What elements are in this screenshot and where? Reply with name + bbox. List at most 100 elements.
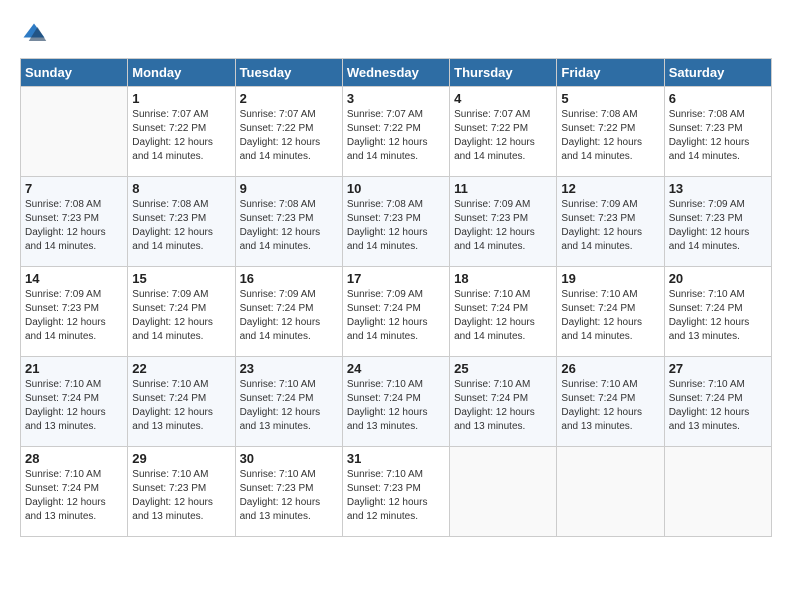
- day-detail: Sunrise: 7:09 AMSunset: 7:23 PMDaylight:…: [25, 288, 123, 344]
- logo-icon: [20, 20, 48, 48]
- day-number: 6: [669, 91, 767, 106]
- day-detail: Sunrise: 7:10 AMSunset: 7:24 PMDaylight:…: [240, 378, 338, 434]
- header-cell-wednesday: Wednesday: [342, 59, 449, 87]
- day-number: 12: [561, 181, 659, 196]
- day-cell: 5 Sunrise: 7:08 AMSunset: 7:22 PMDaylight…: [557, 87, 664, 177]
- day-detail: Sunrise: 7:10 AMSunset: 7:24 PMDaylight:…: [561, 288, 659, 344]
- day-cell: 6 Sunrise: 7:08 AMSunset: 7:23 PMDaylight…: [664, 87, 771, 177]
- day-cell: 10 Sunrise: 7:08 AMSunset: 7:23 PMDayligh…: [342, 177, 449, 267]
- day-detail: Sunrise: 7:09 AMSunset: 7:23 PMDaylight:…: [561, 198, 659, 254]
- day-detail: Sunrise: 7:09 AMSunset: 7:23 PMDaylight:…: [454, 198, 552, 254]
- header-cell-tuesday: Tuesday: [235, 59, 342, 87]
- day-cell: 31 Sunrise: 7:10 AMSunset: 7:23 PMDayligh…: [342, 447, 449, 537]
- day-cell: 22 Sunrise: 7:10 AMSunset: 7:24 PMDayligh…: [128, 357, 235, 447]
- day-number: 14: [25, 271, 123, 286]
- day-cell: 19 Sunrise: 7:10 AMSunset: 7:24 PMDayligh…: [557, 267, 664, 357]
- day-cell: 13Sunrise: 7:09 AMSunset: 7:23 PMDayligh…: [664, 177, 771, 267]
- day-cell: 7 Sunrise: 7:08 AMSunset: 7:23 PMDaylight…: [21, 177, 128, 267]
- day-detail: Sunrise: 7:10 AMSunset: 7:24 PMDaylight:…: [25, 378, 123, 434]
- day-cell: 26Sunrise: 7:10 AMSunset: 7:24 PMDayligh…: [557, 357, 664, 447]
- day-number: 24: [347, 361, 445, 376]
- day-number: 7: [25, 181, 123, 196]
- header-cell-friday: Friday: [557, 59, 664, 87]
- logo: [20, 20, 52, 48]
- header-cell-monday: Monday: [128, 59, 235, 87]
- day-cell: [557, 447, 664, 537]
- day-number: 15: [132, 271, 230, 286]
- day-number: 2: [240, 91, 338, 106]
- day-cell: 20Sunrise: 7:10 AMSunset: 7:24 PMDayligh…: [664, 267, 771, 357]
- day-cell: [450, 447, 557, 537]
- day-detail: Sunrise: 7:10 AMSunset: 7:24 PMDaylight:…: [669, 378, 767, 434]
- day-cell: 15 Sunrise: 7:09 AMSunset: 7:24 PMDayligh…: [128, 267, 235, 357]
- day-detail: Sunrise: 7:10 AMSunset: 7:24 PMDaylight:…: [454, 378, 552, 434]
- day-number: 22: [132, 361, 230, 376]
- day-detail: Sunrise: 7:09 AMSunset: 7:24 PMDaylight:…: [240, 288, 338, 344]
- day-number: 1: [132, 91, 230, 106]
- day-number: 16: [240, 271, 338, 286]
- day-cell: 14 Sunrise: 7:09 AMSunset: 7:23 PMDayligh…: [21, 267, 128, 357]
- day-cell: 30Sunrise: 7:10 AMSunset: 7:23 PMDayligh…: [235, 447, 342, 537]
- day-detail: Sunrise: 7:08 AMSunset: 7:23 PMDaylight:…: [347, 198, 445, 254]
- day-detail: Sunrise: 7:10 AMSunset: 7:24 PMDaylight:…: [25, 468, 123, 524]
- day-detail: Sunrise: 7:10 AMSunset: 7:23 PMDaylight:…: [132, 468, 230, 524]
- week-row-3: 14 Sunrise: 7:09 AMSunset: 7:23 PMDayligh…: [21, 267, 772, 357]
- day-detail: Sunrise: 7:09 AMSunset: 7:24 PMDaylight:…: [347, 288, 445, 344]
- day-number: 19: [561, 271, 659, 286]
- day-detail: Sunrise: 7:08 AMSunset: 7:23 PMDaylight:…: [240, 198, 338, 254]
- day-cell: 3 Sunrise: 7:07 AMSunset: 7:22 PMDaylight…: [342, 87, 449, 177]
- header-cell-thursday: Thursday: [450, 59, 557, 87]
- week-row-4: 21 Sunrise: 7:10 AMSunset: 7:24 PMDayligh…: [21, 357, 772, 447]
- day-cell: 23 Sunrise: 7:10 AMSunset: 7:24 PMDayligh…: [235, 357, 342, 447]
- day-detail: Sunrise: 7:08 AMSunset: 7:23 PMDaylight:…: [132, 198, 230, 254]
- week-row-2: 7 Sunrise: 7:08 AMSunset: 7:23 PMDaylight…: [21, 177, 772, 267]
- day-detail: Sunrise: 7:08 AMSunset: 7:23 PMDaylight:…: [669, 108, 767, 164]
- day-detail: Sunrise: 7:08 AMSunset: 7:22 PMDaylight:…: [561, 108, 659, 164]
- day-detail: Sunrise: 7:07 AMSunset: 7:22 PMDaylight:…: [240, 108, 338, 164]
- day-cell: 18 Sunrise: 7:10 AMSunset: 7:24 PMDayligh…: [450, 267, 557, 357]
- day-number: 25: [454, 361, 552, 376]
- day-number: 5: [561, 91, 659, 106]
- calendar-table: SundayMondayTuesdayWednesdayThursdayFrid…: [20, 58, 772, 537]
- day-detail: Sunrise: 7:09 AMSunset: 7:24 PMDaylight:…: [132, 288, 230, 344]
- day-detail: Sunrise: 7:07 AMSunset: 7:22 PMDaylight:…: [347, 108, 445, 164]
- week-row-1: 1 Sunrise: 7:07 AMSunset: 7:22 PMDaylight…: [21, 87, 772, 177]
- day-detail: Sunrise: 7:10 AMSunset: 7:23 PMDaylight:…: [347, 468, 445, 524]
- day-detail: Sunrise: 7:07 AMSunset: 7:22 PMDaylight:…: [454, 108, 552, 164]
- day-cell: 25 Sunrise: 7:10 AMSunset: 7:24 PMDayligh…: [450, 357, 557, 447]
- day-number: 26: [561, 361, 659, 376]
- day-cell: [21, 87, 128, 177]
- page-header: [20, 20, 772, 48]
- day-cell: 2 Sunrise: 7:07 AMSunset: 7:22 PMDaylight…: [235, 87, 342, 177]
- day-number: 29: [132, 451, 230, 466]
- day-cell: 28 Sunrise: 7:10 AMSunset: 7:24 PMDayligh…: [21, 447, 128, 537]
- day-number: 31: [347, 451, 445, 466]
- day-number: 18: [454, 271, 552, 286]
- day-cell: 16 Sunrise: 7:09 AMSunset: 7:24 PMDayligh…: [235, 267, 342, 357]
- day-number: 10: [347, 181, 445, 196]
- day-detail: Sunrise: 7:09 AMSunset: 7:23 PMDaylight:…: [669, 198, 767, 254]
- day-number: 21: [25, 361, 123, 376]
- header-cell-sunday: Sunday: [21, 59, 128, 87]
- day-detail: Sunrise: 7:10 AMSunset: 7:23 PMDaylight:…: [240, 468, 338, 524]
- day-detail: Sunrise: 7:10 AMSunset: 7:24 PMDaylight:…: [454, 288, 552, 344]
- day-cell: 27 Sunrise: 7:10 AMSunset: 7:24 PMDayligh…: [664, 357, 771, 447]
- day-detail: Sunrise: 7:10 AMSunset: 7:24 PMDaylight:…: [347, 378, 445, 434]
- day-number: 27: [669, 361, 767, 376]
- day-number: 8: [132, 181, 230, 196]
- day-detail: Sunrise: 7:08 AMSunset: 7:23 PMDaylight:…: [25, 198, 123, 254]
- day-cell: 24 Sunrise: 7:10 AMSunset: 7:24 PMDayligh…: [342, 357, 449, 447]
- day-cell: 12 Sunrise: 7:09 AMSunset: 7:23 PMDayligh…: [557, 177, 664, 267]
- day-number: 20: [669, 271, 767, 286]
- header-cell-saturday: Saturday: [664, 59, 771, 87]
- day-cell: 9Sunrise: 7:08 AMSunset: 7:23 PMDaylight…: [235, 177, 342, 267]
- day-number: 23: [240, 361, 338, 376]
- day-cell: [664, 447, 771, 537]
- day-cell: 21 Sunrise: 7:10 AMSunset: 7:24 PMDayligh…: [21, 357, 128, 447]
- day-cell: 29 Sunrise: 7:10 AMSunset: 7:23 PMDayligh…: [128, 447, 235, 537]
- day-detail: Sunrise: 7:10 AMSunset: 7:24 PMDaylight:…: [132, 378, 230, 434]
- day-number: 3: [347, 91, 445, 106]
- day-number: 28: [25, 451, 123, 466]
- day-cell: 1Sunrise: 7:07 AMSunset: 7:22 PMDaylight…: [128, 87, 235, 177]
- day-number: 17: [347, 271, 445, 286]
